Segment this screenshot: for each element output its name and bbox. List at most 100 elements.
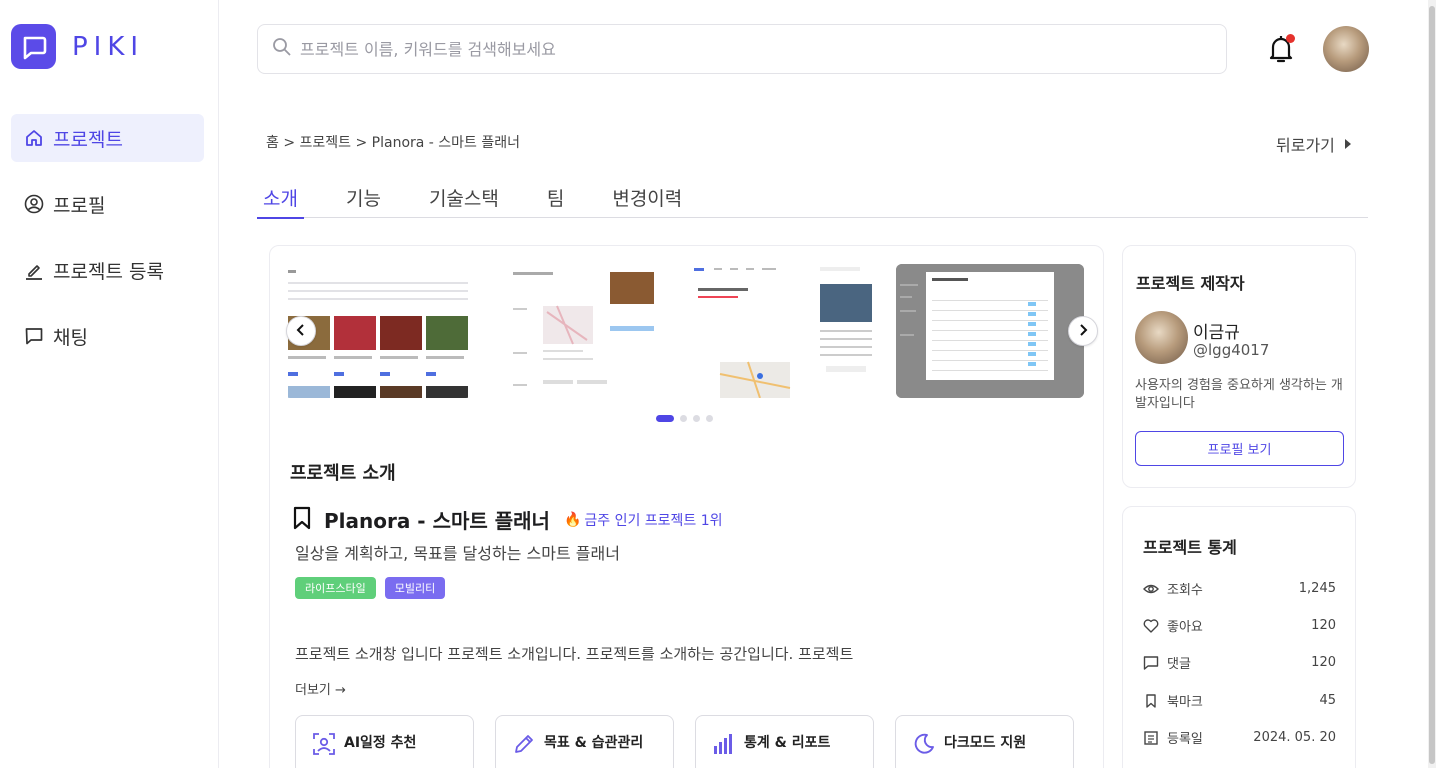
carousel-dot[interactable] (693, 415, 700, 422)
logo[interactable]: PIKI (11, 24, 144, 69)
sidebar-item-label: 채팅 (53, 326, 88, 349)
stat-row-bookmarks: 북마크 45 (1143, 691, 1336, 710)
tag-list: 라이프스타일 모빌리티 (295, 577, 454, 599)
view-profile-button[interactable]: 프로필 보기 (1135, 431, 1344, 466)
project-description: 프로젝트 소개창 입니다 프로젝트 소개입니다. 프로젝트를 소개하는 공간입니… (295, 645, 854, 663)
search-bar[interactable] (257, 24, 1227, 74)
tab-intro[interactable]: 소개 (257, 184, 304, 219)
sidebar-item-chat[interactable]: 채팅 (11, 312, 204, 360)
notification-button[interactable] (1265, 32, 1297, 66)
tab-features[interactable]: 기능 (340, 184, 387, 218)
stat-label: 북마크 (1167, 695, 1203, 710)
tab-team[interactable]: 팀 (541, 184, 570, 218)
home-icon (23, 127, 45, 149)
chat-icon (23, 325, 45, 347)
sidebar-item-profile[interactable]: 프로필 (11, 180, 204, 228)
sidebar-item-projects[interactable]: 프로젝트 (11, 114, 204, 162)
project-subtitle: 일상을 계획하고, 목표를 달성하는 스마트 플래너 (295, 544, 620, 563)
back-button[interactable]: 뒤로가기 (1276, 132, 1351, 156)
bookmark-icon[interactable] (292, 506, 312, 534)
scrollbar-thumb[interactable] (1429, 6, 1435, 764)
stat-label: 조회수 (1167, 583, 1203, 598)
stat-label: 등록일 (1167, 732, 1203, 747)
carousel-slide[interactable] (690, 264, 878, 398)
carousel-slide[interactable] (487, 264, 675, 398)
stat-row-registered: 등록일 2024. 05. 20 (1143, 728, 1336, 747)
stat-value: 120 (1311, 655, 1336, 670)
feature-card-stats[interactable]: 통계 & 리포트 (695, 715, 874, 768)
bell-icon (1265, 36, 1297, 70)
project-title-row: Planora - 스마트 플래너 🔥 금주 인기 프로젝트 1위 (292, 505, 723, 534)
breadcrumb[interactable]: 홈 > 프로젝트 > Planora - 스마트 플래너 (266, 132, 520, 152)
feature-card-darkmode[interactable]: 다크모드 지원 (895, 715, 1074, 768)
maker-handle: @lgg4017 (1193, 341, 1270, 359)
tag-lifestyle[interactable]: 라이프스타일 (295, 577, 376, 599)
sidebar-item-label: 프로젝트 등록 (53, 260, 164, 283)
sidebar-item-label: 프로필 (53, 194, 106, 217)
feature-label: 다크모드 지원 (944, 735, 1027, 751)
sidebar-item-label: 프로젝트 (53, 128, 123, 151)
feature-label: AI일정 추천 (344, 735, 417, 751)
maker-card: 프로젝트 제작자 이금규 @lgg4017 사용자의 경험을 중요하게 생각하는… (1122, 245, 1356, 488)
maker-avatar[interactable] (1135, 311, 1188, 364)
fire-icon: 🔥 (563, 511, 582, 528)
eye-icon (1143, 581, 1159, 597)
search-input[interactable] (300, 39, 1180, 59)
tab-bar: 소개 기능 기술스택 팀 변경이력 (257, 184, 1368, 219)
sidebar-item-register[interactable]: 프로젝트 등록 (11, 246, 204, 294)
stat-value: 45 (1319, 693, 1336, 708)
tab-techstack[interactable]: 기술스택 (423, 184, 505, 218)
edit-icon (23, 259, 45, 281)
logo-text: PIKI (72, 31, 145, 62)
stat-label: 좋아요 (1167, 620, 1203, 635)
stat-value: 2024. 05. 20 (1253, 730, 1336, 745)
notification-badge (1286, 34, 1295, 43)
tab-changelog[interactable]: 변경이력 (606, 184, 688, 218)
stat-value: 1,245 (1298, 581, 1336, 596)
project-main-card: 프로젝트 소개 Planora - 스마트 플래너 🔥 금주 인기 프로젝트 1… (269, 245, 1104, 768)
search-icon (272, 37, 292, 61)
feature-label: 통계 & 리포트 (744, 735, 831, 751)
stat-row-comments: 댓글 120 (1143, 653, 1336, 672)
bar-chart-icon (712, 732, 736, 756)
stats-card: 프로젝트 통계 조회수 1,245 좋아요 120 댓글 120 북마크 45 … (1122, 506, 1356, 768)
feature-card-goals[interactable]: 목표 & 습관관리 (495, 715, 674, 768)
stat-row-likes: 좋아요 120 (1143, 616, 1336, 635)
carousel-slide[interactable] (896, 264, 1084, 398)
feature-label: 목표 & 습관관리 (544, 735, 644, 751)
project-title: Planora - 스마트 플래너 (324, 509, 550, 533)
hot-label: 금주 인기 프로젝트 1위 (584, 512, 723, 529)
carousel-next-button[interactable] (1068, 316, 1098, 346)
chevron-right-icon (1077, 322, 1089, 341)
tag-mobility[interactable]: 모빌리티 (384, 577, 446, 599)
carousel-prev-button[interactable] (286, 316, 316, 346)
scrollbar[interactable] (1428, 0, 1436, 768)
maker-bio: 사용자의 경험을 중요하게 생각하는 개발자입니다 (1135, 378, 1343, 411)
logo-icon (11, 24, 56, 69)
stat-row-views: 조회수 1,245 (1143, 579, 1336, 598)
carousel-dot[interactable] (680, 415, 687, 422)
stat-label: 댓글 (1167, 657, 1191, 672)
intro-heading: 프로젝트 소개 (290, 463, 396, 484)
pencil-icon (512, 732, 536, 756)
back-label: 뒤로가기 (1276, 136, 1335, 155)
comment-icon (1143, 655, 1159, 671)
maker-name: 이금규 (1193, 323, 1240, 343)
carousel-dot[interactable] (706, 415, 713, 422)
calendar-icon (1143, 730, 1159, 746)
carousel-pagination (656, 415, 719, 422)
carousel-dot[interactable] (656, 415, 674, 422)
feature-card-ai[interactable]: AI일정 추천 (295, 715, 474, 768)
caret-right-icon (1344, 139, 1351, 149)
feature-list: AI일정 추천 목표 & 습관관리 통계 & 리포트 다크모드 지원 (295, 715, 1095, 768)
sidebar-nav: 프로젝트 프로필 프로젝트 등록 채팅 (11, 114, 204, 378)
stats-heading: 프로젝트 통계 (1143, 538, 1237, 557)
user-avatar[interactable] (1323, 26, 1369, 72)
ai-person-icon (312, 732, 336, 756)
maker-heading: 프로젝트 제작자 (1136, 274, 1245, 293)
read-more-link[interactable]: 더보기 → (295, 679, 346, 698)
hot-badge: 🔥 금주 인기 프로젝트 1위 (564, 510, 723, 530)
screenshot-carousel (284, 264, 1098, 398)
bookmark-icon (1143, 693, 1159, 709)
user-circle-icon (23, 193, 45, 215)
